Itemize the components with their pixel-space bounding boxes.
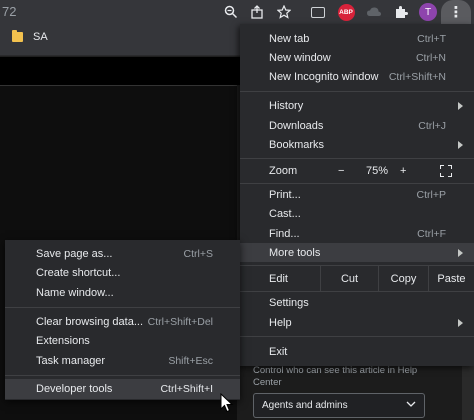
share-icon[interactable] bbox=[247, 2, 267, 22]
mouse-cursor-icon bbox=[220, 393, 234, 413]
menu-item-cast[interactable]: Cast... bbox=[240, 204, 474, 223]
menu-separator bbox=[5, 375, 240, 376]
menu-item-new-window[interactable]: New window Ctrl+N bbox=[240, 48, 474, 67]
page-divider bbox=[0, 85, 237, 86]
cut-button[interactable]: Cut bbox=[320, 266, 378, 291]
folder-icon bbox=[12, 30, 23, 42]
menu-item-downloads[interactable]: Downloads Ctrl+J bbox=[240, 116, 474, 135]
menu-item-find[interactable]: Find... Ctrl+F bbox=[240, 224, 474, 243]
chevron-down-icon bbox=[406, 400, 416, 411]
chevron-right-icon bbox=[458, 101, 463, 110]
zoom-icon[interactable] bbox=[221, 2, 241, 22]
menu-separator bbox=[240, 183, 474, 184]
menu-item-new-tab[interactable]: New tab Ctrl+T bbox=[240, 29, 474, 48]
chevron-right-icon bbox=[458, 318, 463, 327]
menu-separator bbox=[240, 91, 474, 92]
bookmark-folder-sa[interactable]: SA bbox=[12, 30, 48, 43]
address-bar-fragment[interactable]: 72 bbox=[2, 4, 16, 19]
submenu-item-clear-browsing[interactable]: Clear browsing data... Ctrl+Shift+Del bbox=[5, 312, 240, 332]
adblock-plus-icon[interactable]: ABP bbox=[336, 2, 356, 22]
more-tools-submenu: Save page as... Ctrl+S Create shortcut...… bbox=[5, 240, 240, 400]
page-scroll-strip bbox=[462, 365, 474, 420]
submenu-item-create-shortcut[interactable]: Create shortcut... bbox=[5, 263, 240, 283]
menu-item-edit: Edit Cut Copy Paste bbox=[240, 266, 474, 291]
menu-separator bbox=[5, 307, 240, 308]
menu-item-bookmarks[interactable]: Bookmarks bbox=[240, 135, 474, 154]
fullscreen-icon[interactable] bbox=[440, 165, 452, 177]
menu-item-more-tools[interactable]: More tools bbox=[240, 243, 474, 262]
menu-separator bbox=[240, 336, 474, 337]
kebab-menu-icon[interactable]: ⋮ bbox=[441, 0, 471, 24]
copy-button[interactable]: Copy bbox=[378, 266, 428, 291]
paste-button[interactable]: Paste bbox=[428, 266, 474, 291]
menu-item-exit[interactable]: Exit bbox=[240, 342, 474, 361]
submenu-item-developer-tools[interactable]: Developer tools Ctrl+Shift+I bbox=[5, 379, 240, 399]
menu-separator bbox=[240, 291, 474, 292]
menu-item-settings[interactable]: Settings bbox=[240, 293, 474, 312]
zoom-out-button[interactable]: − bbox=[338, 161, 344, 180]
cloud-extension-icon[interactable] bbox=[364, 2, 384, 22]
puzzle-icon[interactable] bbox=[391, 2, 411, 22]
menu-item-new-incognito[interactable]: New Incognito window Ctrl+Shift+N bbox=[240, 67, 474, 86]
submenu-item-extensions[interactable]: Extensions bbox=[5, 331, 240, 351]
submenu-item-save-page[interactable]: Save page as... Ctrl+S bbox=[5, 244, 240, 264]
visibility-select[interactable]: Agents and admins bbox=[253, 393, 425, 418]
menu-item-zoom: Zoom − 75% + bbox=[240, 161, 474, 180]
submenu-item-name-window[interactable]: Name window... bbox=[5, 283, 240, 303]
submenu-item-task-manager[interactable]: Task manager Shift+Esc bbox=[5, 351, 240, 371]
chrome-main-menu: New tab Ctrl+T New window Ctrl+N New Incog… bbox=[240, 24, 474, 366]
browser-toolbar: 72 ABP T ⋮ bbox=[0, 0, 474, 24]
visibility-select-value: Agents and admins bbox=[262, 400, 348, 411]
star-icon[interactable] bbox=[274, 2, 294, 22]
menu-item-history[interactable]: History bbox=[240, 96, 474, 115]
menu-item-help[interactable]: Help bbox=[240, 313, 474, 332]
chevron-right-icon bbox=[458, 140, 463, 149]
profile-avatar[interactable]: T bbox=[418, 2, 438, 22]
zoom-in-button[interactable]: + bbox=[400, 161, 406, 180]
chat-extension-icon[interactable] bbox=[308, 2, 328, 22]
menu-item-print[interactable]: Print... Ctrl+P bbox=[240, 185, 474, 204]
zoom-level: 75% bbox=[366, 164, 389, 177]
bookmark-label: SA bbox=[33, 31, 48, 43]
visibility-help-text: Control who can see this article in Help… bbox=[253, 365, 418, 388]
menu-separator bbox=[240, 158, 474, 159]
chevron-right-icon bbox=[458, 248, 463, 257]
